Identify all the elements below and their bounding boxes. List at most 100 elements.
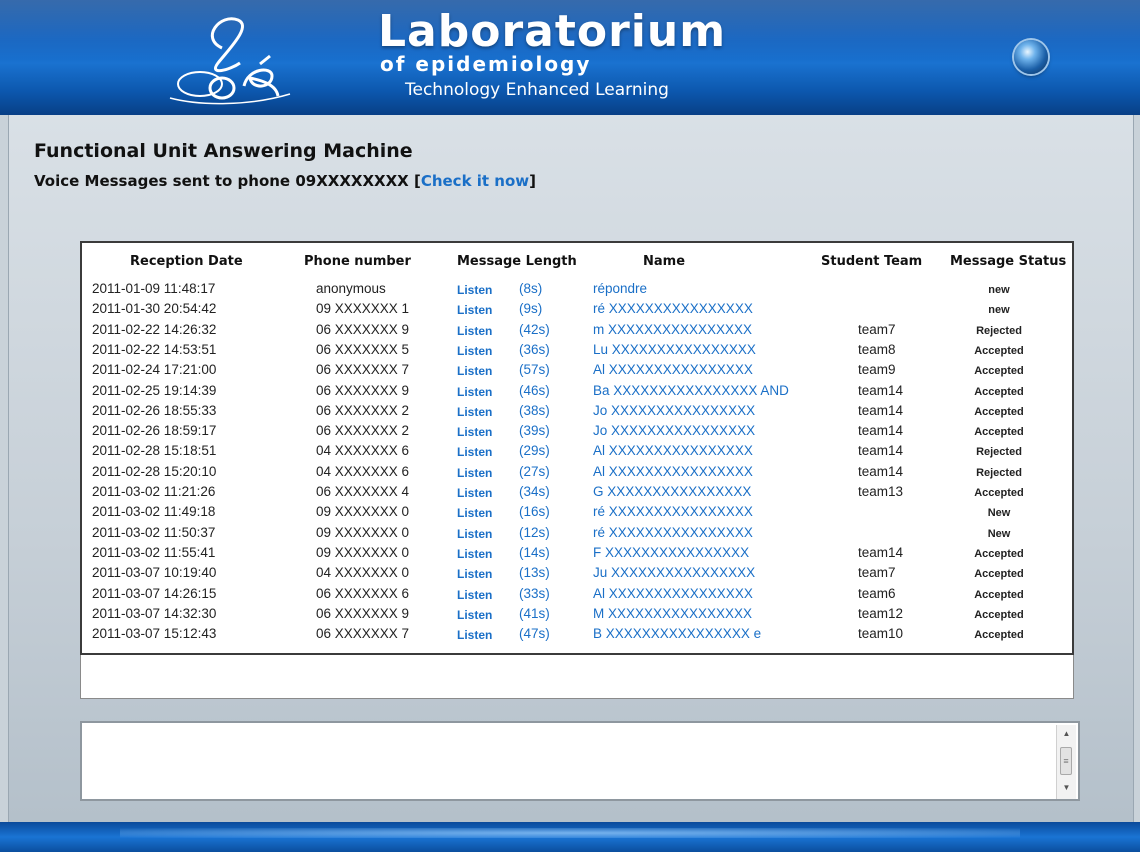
message-length-cell: (33s) — [519, 585, 550, 601]
listen-link[interactable]: Listen — [457, 608, 492, 622]
message-textarea[interactable] — [80, 721, 1080, 801]
name-link[interactable]: Lu XXXXXXXXXXXXXXXX — [593, 342, 756, 357]
phone-number-cell: 06 XXXXXXX 9 — [316, 605, 410, 621]
table-row: 2011-03-02 11:55:41 09 XXXXXXX 0 Listen (14… — [0, 545, 1140, 565]
reception-date-cell: 2011-02-28 15:18:51 — [92, 443, 217, 459]
reception-date-cell: 2011-03-07 15:12:43 — [92, 626, 217, 642]
name-link[interactable]: Al XXXXXXXXXXXXXXXX — [593, 586, 753, 601]
phone-number-cell: 06 XXXXXXX 2 — [316, 402, 410, 418]
listen-link[interactable]: Listen — [457, 486, 492, 500]
name-link[interactable]: m XXXXXXXXXXXXXXXX — [593, 322, 752, 337]
message-length-cell: (57s) — [519, 362, 550, 378]
name-link[interactable]: Jo XXXXXXXXXXXXXXXX — [593, 423, 755, 438]
name-link[interactable]: ré XXXXXXXXXXXXXXXX — [593, 301, 753, 316]
table-row: 2011-03-07 15:12:43 06 XXXXXXX 7 Listen (47… — [0, 626, 1140, 646]
brand-tagline: Technology Enhanced Learning — [405, 80, 669, 100]
name-link[interactable]: ré XXXXXXXXXXXXXXXX — [593, 504, 753, 519]
table-row: 2011-03-02 11:49:18 09 XXXXXXX 0 Listen (16… — [0, 504, 1140, 524]
message-status-cell: new — [988, 304, 1010, 317]
message-length-cell: (36s) — [519, 341, 550, 357]
check-it-now-link[interactable]: Check it now — [421, 172, 529, 190]
name-link[interactable]: Al XXXXXXXXXXXXXXXX — [593, 464, 753, 479]
name-link[interactable]: ré XXXXXXXXXXXXXXXX — [593, 525, 753, 540]
round-orb-button-icon[interactable] — [1014, 40, 1048, 74]
page-subtitle: Voice Messages sent to phone 09XXXXXXXX … — [34, 172, 536, 190]
student-team-cell: team7 — [858, 321, 896, 337]
reception-date-cell: 2011-01-09 11:48:17 — [92, 281, 216, 296]
listen-link[interactable]: Listen — [457, 405, 492, 419]
student-team-cell: team7 — [858, 565, 896, 581]
listen-link[interactable]: Listen — [457, 506, 492, 520]
listen-link[interactable]: Listen — [457, 445, 492, 459]
name-link[interactable]: Ju XXXXXXXXXXXXXXXX — [593, 565, 755, 580]
reception-date-cell: 2011-03-02 11:50:37 — [92, 524, 216, 540]
name-link[interactable]: F XXXXXXXXXXXXXXXX — [593, 545, 749, 560]
name-link[interactable]: répondre — [593, 281, 647, 296]
listen-link[interactable]: Listen — [457, 303, 492, 317]
reception-date-cell: 2011-03-02 11:49:18 — [92, 504, 216, 520]
phone-number-cell: 06 XXXXXXX 2 — [316, 423, 410, 439]
listen-link[interactable]: Listen — [457, 547, 492, 561]
name-link[interactable]: Al XXXXXXXXXXXXXXXX — [593, 443, 753, 458]
table-row: 2011-02-26 18:55:33 06 XXXXXXX 2 Listen (38… — [0, 403, 1140, 423]
student-team-cell: team14 — [858, 443, 904, 459]
phone-number-cell: 06 XXXXXXX 4 — [316, 484, 410, 499]
message-status-cell: Rejected — [976, 324, 1022, 337]
loe-logo — [169, 17, 291, 105]
message-length-cell: (42s) — [519, 321, 550, 337]
table-row: 2011-03-02 11:21:26 06 XXXXXXX 4 Listen (34… — [0, 484, 1140, 504]
message-status-cell: Accepted — [974, 385, 1024, 398]
message-status-cell: Accepted — [974, 365, 1024, 378]
scroll-up-icon[interactable]: ▲ — [1061, 729, 1072, 739]
reception-date-cell: 2011-02-28 15:20:10 — [92, 463, 217, 479]
subtitle-suffix: ] — [529, 172, 536, 190]
listen-link[interactable]: Listen — [457, 283, 492, 297]
table-row: 2011-02-28 15:18:51 04 XXXXXXX 6 Listen (29… — [0, 443, 1140, 463]
message-status-cell: New — [987, 527, 1011, 540]
footer-glow — [120, 828, 1020, 838]
textarea-scrollbar[interactable]: ▲ ≡ ▼ — [1056, 725, 1076, 799]
reception-date-cell: 2011-02-24 17:21:00 — [92, 362, 217, 378]
name-link[interactable]: Jo XXXXXXXXXXXXXXXX — [593, 403, 755, 418]
name-link[interactable]: Al XXXXXXXXXXXXXXXX — [593, 362, 753, 377]
phone-number-cell: 04 XXXXXXX 6 — [316, 443, 410, 459]
listen-link[interactable]: Listen — [457, 425, 492, 439]
listen-link[interactable]: Listen — [457, 364, 492, 378]
phone-number-cell: 06 XXXXXXX 5 — [316, 341, 410, 357]
message-status-cell: Accepted — [974, 344, 1024, 357]
listen-link[interactable]: Listen — [457, 324, 492, 338]
listen-link[interactable]: Listen — [457, 344, 492, 358]
table-row: 2011-02-26 18:59:17 06 XXXXXXX 2 Listen (39… — [0, 423, 1140, 443]
student-team-cell: team14 — [858, 402, 904, 418]
student-team-cell: team8 — [858, 341, 896, 357]
reception-date-cell: 2011-03-07 14:32:30 — [92, 605, 217, 621]
name-link[interactable]: Ba XXXXXXXXXXXXXXXX AND — [593, 383, 789, 398]
header-message-status: Message Status — [950, 254, 1067, 269]
reception-date-cell: 2011-03-02 11:21:26 — [92, 484, 216, 499]
message-status-cell: Accepted — [974, 487, 1024, 499]
listen-link[interactable]: Listen — [457, 527, 492, 541]
listen-link[interactable]: Listen — [457, 466, 492, 480]
subtitle-prefix: Voice Messages sent to phone 09XXXXXXXX … — [34, 172, 421, 190]
table-row: 2011-02-22 14:26:32 06 XXXXXXX 9 Listen (42… — [0, 322, 1140, 342]
listen-link[interactable]: Listen — [457, 628, 492, 642]
message-length-cell: (9s) — [519, 301, 543, 317]
name-link[interactable]: M XXXXXXXXXXXXXXXX — [593, 606, 752, 621]
student-team-cell: team10 — [858, 626, 904, 642]
phone-number-cell: 09 XXXXXXX 0 — [316, 504, 410, 520]
reception-date-cell: 2011-02-26 18:59:17 — [92, 423, 217, 439]
scroll-thumb[interactable]: ≡ — [1060, 747, 1072, 775]
message-status-cell: Accepted — [974, 568, 1024, 581]
name-link[interactable]: G XXXXXXXXXXXXXXXX — [593, 484, 751, 499]
table-row: 2011-03-07 10:19:40 04 XXXXXXX 0 Listen (13… — [0, 565, 1140, 585]
name-link[interactable]: B XXXXXXXXXXXXXXXX e — [593, 626, 761, 641]
message-length-cell: (38s) — [519, 402, 550, 418]
message-status-cell: Accepted — [974, 547, 1024, 560]
scroll-down-icon[interactable]: ▼ — [1061, 783, 1072, 793]
listen-link[interactable]: Listen — [457, 385, 492, 399]
listen-link[interactable]: Listen — [457, 567, 492, 581]
header-name: Name — [643, 254, 686, 269]
message-status-cell: Accepted — [974, 629, 1024, 642]
table-row: 2011-02-22 14:53:51 06 XXXXXXX 5 Listen (36… — [0, 342, 1140, 362]
listen-link[interactable]: Listen — [457, 588, 492, 602]
